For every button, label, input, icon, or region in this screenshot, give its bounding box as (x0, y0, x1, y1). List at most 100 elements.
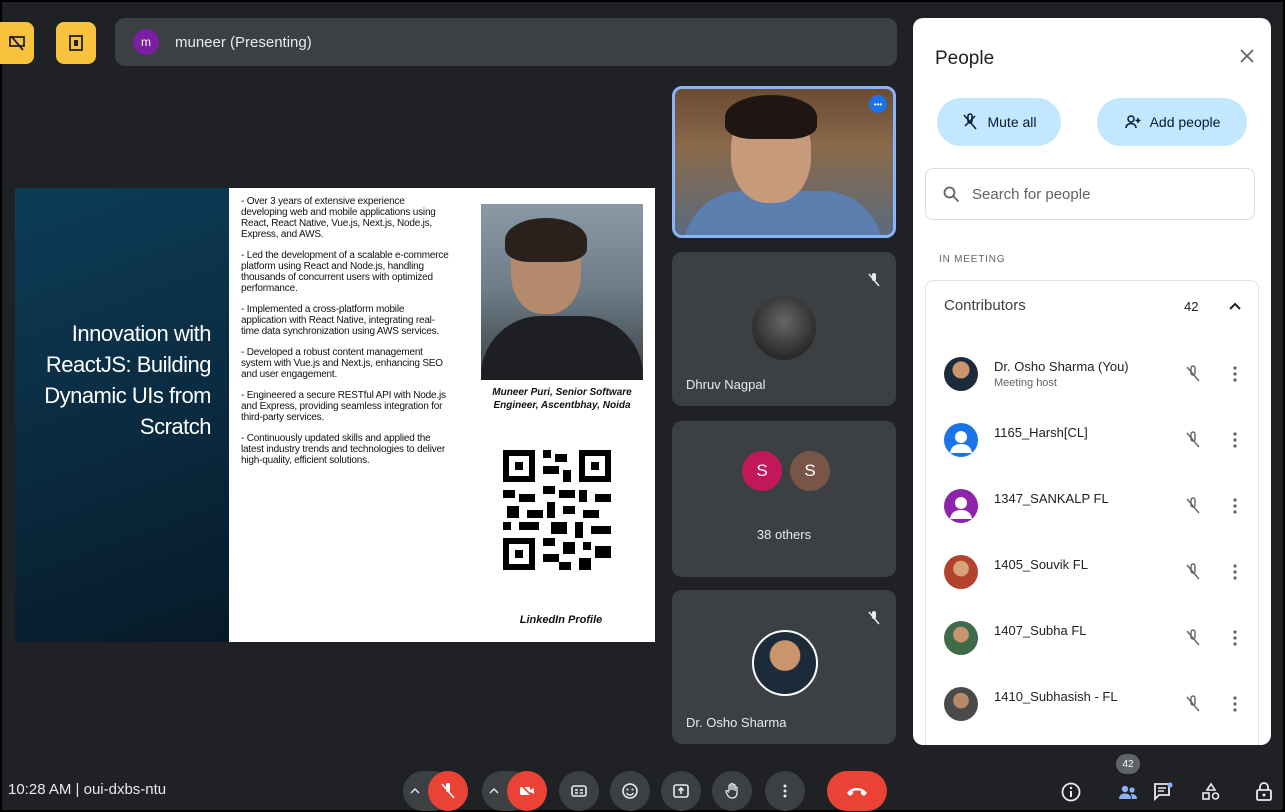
mic-off-icon[interactable] (1184, 695, 1202, 713)
search-input[interactable]: Search for people (925, 168, 1255, 220)
participant-row[interactable]: 1347_SANKALP FL (926, 475, 1260, 541)
slide-profile: Muneer Puri, Senior Software Engineer, A… (461, 188, 655, 642)
chevron-up-icon[interactable] (1228, 299, 1242, 313)
participant-row[interactable]: 1410_Subhasish - FL (926, 673, 1260, 739)
mic-off-icon[interactable] (1184, 629, 1202, 647)
audio-options-button[interactable] (405, 771, 425, 811)
participant-name: 1405_Souvik FL (994, 557, 1088, 572)
tile-others[interactable]: S S 38 others (672, 421, 896, 577)
participant-name: 1347_SANKALP FL (994, 491, 1109, 506)
group-count: 42 (1184, 299, 1199, 314)
present-screen-button[interactable] (661, 771, 701, 811)
video-options-button[interactable] (484, 771, 504, 811)
group-title: Contributors (944, 297, 1026, 314)
captions-button[interactable] (559, 771, 599, 811)
add-people-button[interactable]: Add people (1097, 98, 1247, 146)
tile-participant[interactable]: Dhruv Nagpal (672, 252, 896, 406)
mic-off-icon[interactable] (1184, 431, 1202, 449)
avatar (944, 621, 978, 655)
participant-name: 1407_Subha FL (994, 623, 1087, 638)
info-icon[interactable] (1060, 781, 1082, 803)
participant-name: Dhruv Nagpal (686, 377, 766, 392)
people-panel: People Mute all Add people Search for pe… (913, 18, 1271, 745)
mic-off-icon (963, 113, 978, 130)
add-person-icon (1124, 115, 1141, 129)
avatar: S (742, 451, 782, 491)
avatar (752, 630, 818, 696)
speaking-indicator-icon: ••• (869, 95, 887, 113)
stop-presenting-button[interactable] (0, 22, 34, 64)
microphone-button[interactable] (428, 771, 468, 811)
mic-off-icon (868, 273, 880, 287)
people-icon[interactable] (1117, 781, 1139, 803)
slide-bullets: - Over 3 years of extensive experience d… (229, 188, 461, 642)
slide-bullet: - Led the development of a scalable e-co… (241, 250, 449, 294)
mic-off-icon[interactable] (1184, 497, 1202, 515)
others-avatars: S S (742, 451, 830, 491)
section-label: IN MEETING (939, 254, 1006, 265)
more-vert-icon (783, 784, 787, 798)
participant-row[interactable]: 1405_Souvik FL (926, 541, 1260, 607)
slide-bullet: - Continuously updated skills and applie… (241, 433, 446, 466)
layout-icon (69, 35, 83, 51)
more-options-button[interactable] (765, 771, 805, 811)
mic-off-icon[interactable] (1184, 563, 1202, 581)
people-count-badge: 42 (1116, 754, 1140, 774)
participant-row[interactable]: Dr. Osho Sharma (You) Meeting host (926, 343, 1260, 409)
close-icon[interactable] (1237, 46, 1257, 66)
host-controls-icon[interactable] (1253, 781, 1275, 803)
more-options-icon[interactable] (1232, 695, 1238, 713)
more-options-icon[interactable] (1232, 431, 1238, 449)
panel-title: People (935, 48, 995, 69)
presenter-bar: m muneer (Presenting) (115, 18, 897, 66)
present-screen-icon (673, 784, 689, 798)
mic-off-icon (441, 783, 455, 799)
presenter-avatar: m (133, 29, 159, 55)
mute-all-button[interactable]: Mute all (937, 98, 1061, 146)
chevron-up-icon (489, 788, 499, 794)
slide-bullet: - Over 3 years of extensive experience d… (241, 196, 436, 240)
slide-title: Innovation with ReactJS: Building Dynami… (44, 321, 211, 439)
participant-row[interactable]: 1165_Harsh[CL] (926, 409, 1260, 475)
more-options-icon[interactable] (1232, 497, 1238, 515)
present-off-icon (9, 35, 25, 51)
reactions-button[interactable] (610, 771, 650, 811)
avatar (944, 555, 978, 589)
slide-bullet: - Implemented a cross-platform mobile ap… (241, 304, 439, 337)
presenter-label: muneer (Presenting) (175, 33, 312, 51)
raise-hand-button[interactable] (712, 771, 752, 811)
activities-icon[interactable] (1200, 781, 1222, 803)
shared-slide: Innovation with ReactJS: Building Dynami… (15, 188, 655, 642)
search-icon (943, 186, 960, 203)
mic-off-icon[interactable] (1184, 365, 1202, 383)
participant-row[interactable]: 1407_Subha FL (926, 607, 1260, 673)
participant-name: Dr. Osho Sharma (You) (994, 359, 1129, 374)
avatar: S (790, 451, 830, 491)
leave-call-button[interactable] (827, 771, 887, 811)
chat-icon[interactable] (1152, 781, 1174, 803)
participant-name: 1410_Subhasish - FL (994, 689, 1118, 704)
search-placeholder: Search for people (972, 185, 1091, 203)
speaker-caption: Muneer Puri, Senior Software Engineer, A… (492, 387, 632, 411)
slide-title-panel: Innovation with ReactJS: Building Dynami… (15, 188, 229, 642)
more-options-icon[interactable] (1232, 629, 1238, 647)
participant-role: Meeting host (994, 377, 1057, 389)
qr-code-icon (503, 450, 611, 570)
qr-label: LinkedIn Profile (519, 614, 603, 626)
more-options-icon[interactable] (1232, 563, 1238, 581)
presentation-layout-button[interactable] (56, 22, 96, 64)
hang-up-icon (847, 788, 867, 796)
add-people-label: Add people (1149, 114, 1221, 130)
tile-participant[interactable]: Dr. Osho Sharma (672, 590, 896, 744)
hand-icon (725, 782, 738, 799)
avatar (944, 357, 978, 391)
captions-icon (571, 785, 587, 797)
slide-bullet: - Engineered a secure RESTful API with N… (241, 390, 446, 423)
avatar (752, 296, 816, 360)
speaker-photo (481, 204, 643, 380)
emoji-icon (622, 783, 638, 799)
avatar (944, 687, 978, 721)
more-options-icon[interactable] (1232, 365, 1238, 383)
tile-self-video[interactable]: ••• (672, 86, 896, 238)
camera-button[interactable] (507, 771, 547, 811)
